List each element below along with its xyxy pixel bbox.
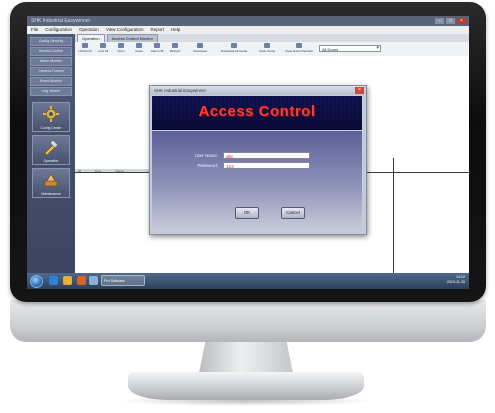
tab-bar: Operation Access Control Monitor <box>75 34 469 42</box>
sidebar-button-log-viewer[interactable]: Log Viewer <box>30 87 72 96</box>
dialog-close-button[interactable]: × <box>355 87 364 94</box>
sidebar-button-access-control[interactable]: Access Control <box>30 47 72 56</box>
sidebar-button-event-monitor[interactable]: Event Monitor <box>30 77 72 86</box>
app-title: SHK Industrial Easywinner <box>31 18 91 24</box>
toolbar: Unlock All Lock All Open Close Alarm Off… <box>75 42 469 57</box>
start-button[interactable] <box>30 275 43 288</box>
sidebar-tile-label: Operation <box>43 159 59 163</box>
tools-icon <box>44 139 59 155</box>
monitor-chin <box>10 300 486 342</box>
menu-help[interactable]: Help <box>171 26 180 34</box>
user-name-label: User Name: <box>194 153 218 158</box>
toolbar-open[interactable]: Open <box>113 43 129 55</box>
menu-view-configuration[interactable]: View Configuration <box>106 26 144 34</box>
sidebar-button-config-security[interactable]: Config Security <box>30 37 72 46</box>
door-close-icon <box>136 43 142 48</box>
sidebar-tile-maintenance[interactable]: Maintenance <box>32 168 70 198</box>
sidebar-tile-label: Maintenance <box>41 192 61 196</box>
menu-operation[interactable]: Operation <box>79 26 99 34</box>
monitor-stand <box>128 372 364 400</box>
password-input[interactable]: 123 <box>223 162 310 169</box>
sidebar-tile-label: Config Center <box>40 126 62 130</box>
sidebar-tile-operation[interactable]: Operation <box>32 135 70 165</box>
tab-operation[interactable]: Operation <box>77 34 105 42</box>
app-icon[interactable] <box>89 276 98 285</box>
toolbar-download-all-cards[interactable]: Download All Cards <box>219 43 249 55</box>
door-open-icon <box>118 43 124 48</box>
minimize-button[interactable]: – <box>435 18 444 24</box>
banner-title: Access Control <box>198 103 316 120</box>
card-icon <box>231 43 237 48</box>
alarm-icon <box>154 43 160 48</box>
password-label: Password: <box>197 163 219 168</box>
download-icon <box>197 43 203 48</box>
monitor-screen: SHK Industrial Easywinner – □ × File Con… <box>27 16 469 289</box>
gear-icon <box>43 106 59 122</box>
wrench-icon <box>44 173 58 187</box>
toolbar-close[interactable]: Close <box>131 43 147 55</box>
menu-report[interactable]: Report <box>151 26 165 34</box>
sidebar: Config Security Access Control Alarm Mon… <box>27 34 75 274</box>
user-name-input[interactable]: abc <box>223 152 310 159</box>
sidebar-button-alarm-monitor[interactable]: Alarm Monitor <box>30 57 72 66</box>
login-dialog: SHK Industrial Easywinner × Access Contr… <box>149 85 367 235</box>
dialog-title: SHK Industrial Easywinner <box>150 86 364 95</box>
clear-records-icon <box>296 43 302 48</box>
media-icon[interactable] <box>77 276 86 285</box>
tray-date: 2019-11-26 <box>446 280 465 284</box>
cancel-button[interactable]: Cancel <box>281 207 305 219</box>
door-filter-select[interactable]: All Doors <box>319 45 381 52</box>
maximize-button[interactable]: □ <box>446 18 455 24</box>
tab-access-control-monitor[interactable]: Access Control Monitor <box>106 34 158 42</box>
app-titlebar: SHK Industrial Easywinner – □ × <box>27 16 469 26</box>
toolbar-download[interactable]: Download <box>187 43 213 55</box>
toolbar-refresh[interactable]: Refresh <box>167 43 183 55</box>
system-tray: 14:22 2019-11-26 <box>447 275 465 285</box>
toolbar-alarm-off[interactable]: Alarm Off <box>149 43 165 55</box>
toolbar-unlock-all[interactable]: Unlock All <box>77 43 93 55</box>
taskbar-app-button[interactable]: Pro Software <box>101 275 145 286</box>
dialog-banner: Access Control <box>152 96 362 130</box>
lock-icon <box>100 43 106 48</box>
toolbar-clear-cards[interactable]: Clear Cards <box>255 43 279 55</box>
close-button[interactable]: × <box>457 18 466 24</box>
refresh-icon <box>172 43 178 48</box>
menu-configuration[interactable]: Configuration <box>45 26 72 34</box>
toolbar-lock-all[interactable]: Lock All <box>95 43 111 55</box>
ok-button[interactable]: OK <box>235 207 259 219</box>
sidebar-button-camera-control[interactable]: Camera Control <box>30 67 72 76</box>
toolbar-clear-event-records[interactable]: Clear Event Records <box>283 43 315 55</box>
clear-icon <box>264 43 270 48</box>
ie-icon[interactable] <box>49 276 58 285</box>
unlock-icon <box>82 43 88 48</box>
explorer-icon[interactable] <box>63 276 72 285</box>
dialog-body: User Name: abc Password: 123 OK Cancel <box>152 131 362 231</box>
window-controls: – □ × <box>435 18 466 24</box>
panel-divider-vertical <box>393 158 394 273</box>
menu-file[interactable]: File <box>31 26 38 34</box>
taskbar: Pro Software 14:22 2019-11-26 <box>27 273 469 289</box>
sidebar-tile-config-center[interactable]: Config Center <box>32 102 70 132</box>
menu-bar: File Configuration Operation View Config… <box>27 26 469 34</box>
